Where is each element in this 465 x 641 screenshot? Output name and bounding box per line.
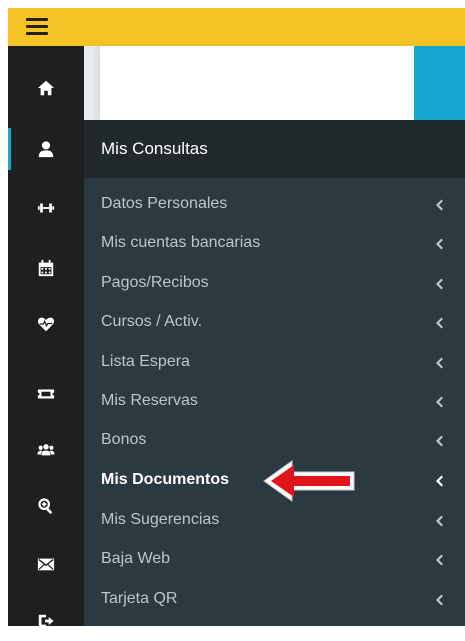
chevron-left-icon (435, 237, 443, 250)
menu-item-label: Mis Documentos (101, 471, 230, 488)
menu-item-label: Mis Sugerencias (101, 511, 220, 528)
menu-item-label: Cursos / Activ. (101, 313, 203, 330)
menu-item-label: Lista Espera (101, 353, 190, 370)
menu-item-label: Mis Reservas (101, 392, 198, 409)
annotation-arrow-icon (263, 460, 355, 502)
menu-item-label: Bonos (101, 431, 147, 448)
user-icon (38, 141, 54, 158)
users-icon (37, 444, 55, 456)
panel-header: Mis Consultas (84, 120, 465, 178)
submenu-panel: Datos Personales Mis cuentas bancarias P… (84, 178, 465, 626)
sidebar-calendar-button[interactable] (8, 248, 84, 288)
chevron-left-icon (435, 474, 443, 487)
menu-item-label: Baja Web (101, 550, 171, 567)
sidebar-logout-button[interactable] (8, 601, 84, 641)
dumbbell-icon (37, 203, 55, 213)
calendar-icon (38, 259, 54, 277)
sidebar-fitness-button[interactable] (8, 188, 84, 228)
envelope-icon (37, 558, 55, 571)
chevron-left-icon (435, 198, 443, 211)
menu-item-lista-espera[interactable]: Lista Espera (84, 342, 465, 382)
sidebar-ticket-button[interactable] (8, 374, 84, 414)
sidebar-groups-button[interactable] (8, 430, 84, 470)
sidebar-user-button[interactable] (8, 128, 84, 170)
menu-item-mis-cuentas-bancarias[interactable]: Mis cuentas bancarias (84, 223, 465, 263)
menu-item-datos-personales[interactable]: Datos Personales (84, 184, 465, 224)
heartbeat-icon (37, 317, 55, 332)
chevron-left-icon (435, 356, 443, 369)
menu-item-label: Pagos/Recibos (101, 274, 209, 291)
chevron-left-icon (435, 277, 443, 290)
menu-item-label: Mis cuentas bancarias (101, 234, 261, 251)
menu-item-cursos-activ[interactable]: Cursos / Activ. (84, 302, 465, 342)
chevron-left-icon (435, 316, 443, 329)
icon-sidebar (8, 46, 84, 628)
menu-item-pagos-recibos[interactable]: Pagos/Recibos (84, 263, 465, 303)
panel-title: Mis Consultas (101, 139, 208, 158)
menu-item-mis-reservas[interactable]: Mis Reservas (84, 381, 465, 421)
content-area (84, 46, 465, 120)
top-bar (8, 8, 465, 46)
menu-item-bonos[interactable]: Bonos (84, 420, 465, 460)
blue-panel (414, 46, 465, 120)
menu-item-baja-web[interactable]: Baja Web (84, 539, 465, 579)
chevron-left-icon (435, 514, 443, 527)
menu-item-label: Tarjeta QR (101, 590, 178, 607)
menu-item-tarjeta-qr[interactable]: Tarjeta QR (84, 579, 465, 619)
chevron-left-icon (435, 553, 443, 566)
menu-item-label: Datos Personales (101, 195, 228, 212)
search-plus-icon (38, 498, 53, 515)
hamburger-menu-icon[interactable] (26, 18, 48, 36)
menu-item-mis-sugerencias[interactable]: Mis Sugerencias (84, 500, 465, 540)
sign-out-icon (38, 614, 54, 628)
chevron-left-icon (435, 395, 443, 408)
content-card (100, 46, 414, 120)
home-icon (37, 80, 55, 96)
sidebar-mail-button[interactable] (8, 544, 84, 584)
sidebar-home-button[interactable] (8, 68, 84, 108)
chevron-left-icon (435, 593, 443, 606)
sidebar-health-button[interactable] (8, 304, 84, 344)
sidebar-search-button[interactable] (8, 486, 84, 526)
chevron-left-icon (435, 434, 443, 447)
ticket-icon (37, 389, 55, 399)
